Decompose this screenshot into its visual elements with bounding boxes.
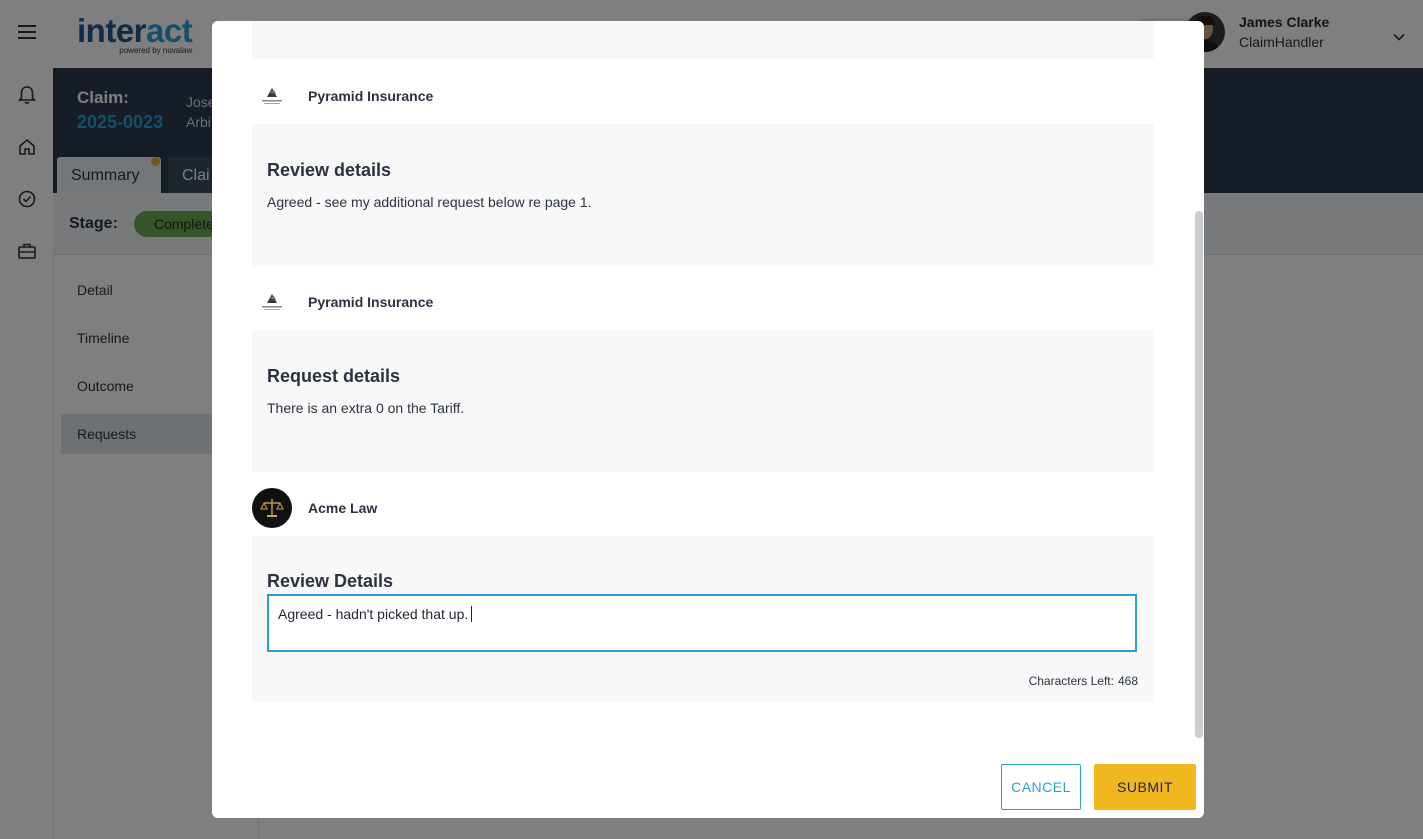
review-details-card: Review details Agreed - see my additiona… <box>252 124 1154 266</box>
card-title: Review Details <box>267 571 394 591</box>
card-text: Agreed - see my additional request below… <box>267 194 592 210</box>
modal-scrollbar[interactable] <box>1195 211 1203 738</box>
pyramid-logo-icon <box>252 282 292 322</box>
card-text: There is an extra 0 on the Tariff. <box>267 400 465 416</box>
request-details-card: Request details There is an extra 0 on t… <box>252 330 1154 472</box>
entry-author-2: Pyramid Insurance <box>252 282 433 322</box>
review-details-input[interactable]: Agreed - hadn't picked that up. <box>267 594 1137 652</box>
reply-author: Acme Law <box>252 488 377 528</box>
author-name: Pyramid Insurance <box>308 294 434 310</box>
characters-left: Characters Left: 468 <box>1025 674 1138 688</box>
review-input-value: Agreed - hadn't picked that up. <box>278 606 469 622</box>
entry-author-1: Pyramid Insurance <box>252 76 433 116</box>
card-title: Request details <box>267 366 401 386</box>
cancel-button[interactable]: CANCEL <box>1001 764 1081 810</box>
previous-card <box>252 21 1154 59</box>
pyramid-logo-icon <box>252 76 292 116</box>
scales-logo-icon <box>252 488 292 528</box>
author-name: Pyramid Insurance <box>308 88 434 104</box>
submit-button[interactable]: SUBMIT <box>1094 764 1196 810</box>
reply-card: Review Details Agreed - hadn't picked th… <box>252 536 1154 702</box>
chars-left-label: Characters Left: <box>1028 674 1114 688</box>
review-modal: Pyramid Insurance Review details Agreed … <box>212 21 1204 818</box>
author-name: Acme Law <box>308 500 378 516</box>
chars-left-value: 468 <box>1117 674 1138 688</box>
modal-scroll-area[interactable]: Pyramid Insurance Review details Agreed … <box>212 21 1204 741</box>
text-caret <box>471 606 473 622</box>
card-title: Review details <box>267 160 392 180</box>
